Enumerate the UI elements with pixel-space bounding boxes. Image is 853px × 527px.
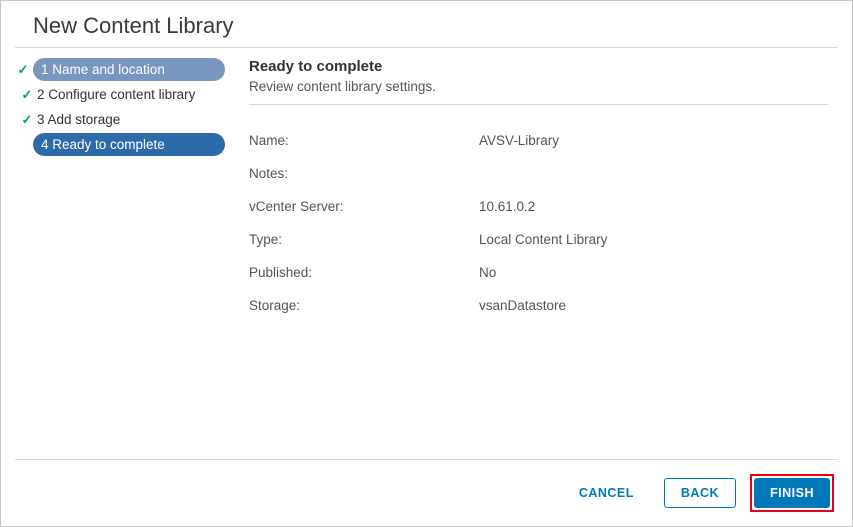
- summary-grid: Name: AVSV-Library Notes: vCenter Server…: [249, 133, 828, 313]
- step-label: 2 Configure content library: [37, 87, 195, 102]
- wizard-steps: ✓ 1 Name and location ✓ 2 Configure cont…: [15, 58, 225, 459]
- cancel-button[interactable]: CANCEL: [563, 478, 650, 508]
- back-button[interactable]: BACK: [664, 478, 736, 508]
- step-add-storage[interactable]: ✓ 3 Add storage: [15, 108, 225, 131]
- step-name-location[interactable]: ✓ 1 Name and location: [33, 58, 225, 81]
- finish-button[interactable]: FINISH: [754, 478, 830, 508]
- panel-title: Ready to complete: [249, 58, 828, 75]
- step-label: 1 Name and location: [41, 62, 165, 77]
- wizard-content: Ready to complete Review content library…: [225, 58, 838, 459]
- dialog-footer: CANCEL BACK FINISH: [15, 459, 838, 526]
- dialog-body: ✓ 1 Name and location ✓ 2 Configure cont…: [1, 48, 852, 459]
- divider: [249, 104, 828, 105]
- step-label: 4 Ready to complete: [41, 137, 165, 152]
- summary-type-value: Local Content Library: [479, 232, 828, 247]
- summary-notes-value: [479, 166, 828, 181]
- step-label: 3 Add storage: [37, 112, 120, 127]
- summary-vcenter-label: vCenter Server:: [249, 199, 469, 214]
- summary-vcenter-value: 10.61.0.2: [479, 199, 828, 214]
- summary-storage-label: Storage:: [249, 298, 469, 313]
- summary-type-label: Type:: [249, 232, 469, 247]
- check-icon: ✓: [19, 87, 35, 103]
- summary-published-value: No: [479, 265, 828, 280]
- step-configure-library[interactable]: ✓ 2 Configure content library: [15, 83, 225, 106]
- finish-highlight: FINISH: [750, 474, 834, 512]
- step-ready-complete[interactable]: 4 Ready to complete: [33, 133, 225, 156]
- summary-name-value: AVSV-Library: [479, 133, 828, 148]
- dialog-title: New Content Library: [15, 1, 838, 48]
- panel-subtitle: Review content library settings.: [249, 79, 828, 94]
- summary-name-label: Name:: [249, 133, 469, 148]
- summary-notes-label: Notes:: [249, 166, 469, 181]
- summary-published-label: Published:: [249, 265, 469, 280]
- summary-storage-value: vsanDatastore: [479, 298, 828, 313]
- check-icon: ✓: [15, 62, 31, 78]
- check-icon: ✓: [19, 112, 35, 128]
